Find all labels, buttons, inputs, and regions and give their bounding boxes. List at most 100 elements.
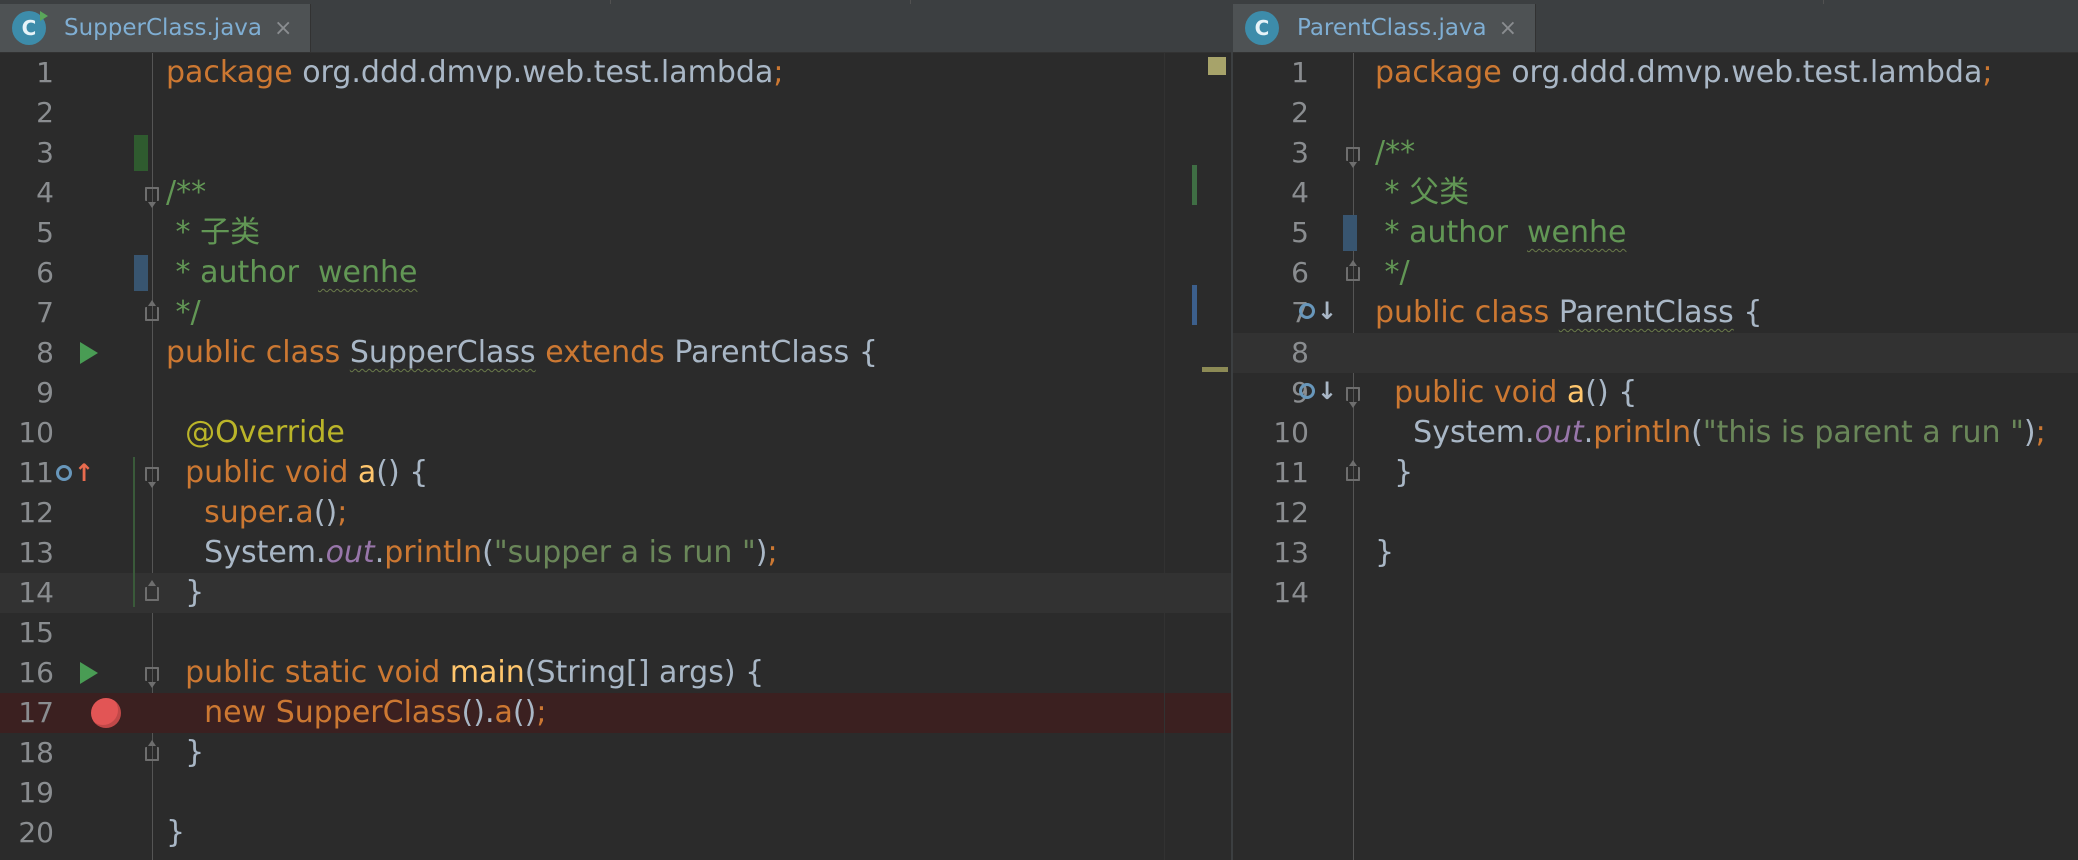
code-text[interactable]: public void a() { [1375,373,1637,413]
line-number[interactable]: 4 [0,173,54,213]
line-number[interactable]: 13 [0,533,54,573]
code-text[interactable]: package org.ddd.dmvp.web.test.lambda; [1375,53,1992,93]
line-number[interactable]: 8 [1233,333,1309,373]
close-icon[interactable]: × [274,16,292,41]
line-number[interactable]: 16 [0,653,54,693]
run-gutter-icon[interactable] [80,342,98,364]
code-text[interactable]: * author wenhe [1375,213,1627,253]
close-icon[interactable]: × [1499,16,1517,41]
code-line[interactable]: 2 [1233,93,2078,133]
code-line[interactable]: 19 [0,773,1231,813]
code-line[interactable]: 12 super.a(); [0,493,1231,533]
code-text[interactable]: package org.ddd.dmvp.web.test.lambda; [166,53,783,93]
code-text[interactable]: * author wenhe [166,253,418,293]
line-number[interactable]: 19 [0,773,54,813]
line-number[interactable]: 1 [0,53,54,93]
code-text[interactable]: @Override [166,413,345,453]
code-line[interactable]: 1 package org.ddd.dmvp.web.test.lambda; [1233,53,2078,93]
code-line[interactable]: 13 System.out.println("supper a is run "… [0,533,1231,573]
code-line[interactable]: 11 public void a() { [0,453,1231,493]
tab-supperclass[interactable]: C SupperClass.java × [0,4,312,52]
code-text[interactable]: public static void main(String[] args) { [166,653,764,693]
code-line[interactable]: 14 [1233,573,2078,613]
code-line[interactable]: 4 /** [0,173,1231,213]
code-line[interactable]: 9 [0,373,1231,413]
fold-icon[interactable] [1346,387,1360,408]
line-number[interactable]: 20 [0,813,54,853]
line-number[interactable]: 9 [1233,373,1309,413]
code-line[interactable]: 3 [0,133,1231,173]
overridden-method-icon[interactable]: ↓ [1299,299,1337,323]
overridden-method-icon[interactable]: ↓ [1299,379,1337,403]
code-line[interactable]: 5 * author wenhe [1233,213,2078,253]
fold-icon[interactable] [145,740,159,761]
line-number[interactable]: 10 [1233,413,1309,453]
fold-icon[interactable] [145,667,159,688]
fold-icon[interactable] [1346,460,1360,481]
code-text[interactable]: public class SupperClass extends ParentC… [166,333,878,373]
line-number[interactable]: 9 [0,373,54,413]
code-line[interactable]: 7 */ [0,293,1231,333]
code-editor[interactable]: 1 package org.ddd.dmvp.web.test.lambda; 2 3… [1233,53,2078,860]
line-number[interactable]: 10 [0,413,54,453]
tab-parentclass[interactable]: C ParentClass.java × [1233,4,1537,52]
code-line[interactable]: 8 [1233,333,2078,373]
line-number[interactable]: 14 [0,573,54,613]
line-number[interactable]: 13 [1233,533,1309,573]
fold-icon[interactable] [145,300,159,321]
code-text[interactable]: public void a() { [166,453,428,493]
line-number[interactable]: 15 [0,613,54,653]
code-text[interactable]: */ [166,293,201,333]
code-text[interactable]: * 父类 [1375,173,1470,213]
code-editor[interactable]: 1 package org.ddd.dmvp.web.test.lambda; 2 3… [0,53,1231,860]
code-line[interactable]: 20} [0,813,1231,853]
fold-icon[interactable] [145,467,159,488]
line-number[interactable]: 4 [1233,173,1309,213]
code-text[interactable]: } [166,573,204,613]
code-line[interactable]: 4 * 父类 [1233,173,2078,213]
code-line[interactable]: 1 package org.ddd.dmvp.web.test.lambda; [0,53,1231,93]
code-line[interactable]: 5 * 子类 [0,213,1231,253]
code-line[interactable]: 10 @Override [0,413,1231,453]
code-line[interactable]: 6 * author wenhe [0,253,1231,293]
code-text[interactable]: System.out.println("supper a is run "); [166,533,777,573]
line-number[interactable]: 3 [0,133,54,173]
line-number[interactable]: 1 [1233,53,1309,93]
code-line[interactable]: 14 } [0,573,1231,613]
code-line[interactable]: 8 public class SupperClass extends Parent… [0,333,1231,373]
line-number[interactable]: 6 [0,253,54,293]
code-text[interactable]: /** [1375,133,1415,173]
code-text[interactable]: System.out.println("this is parent a run… [1375,413,2046,453]
code-line[interactable]: 12 [1233,493,2078,533]
run-gutter-icon[interactable] [80,662,98,684]
line-number[interactable]: 17 [0,693,54,733]
code-line[interactable]: 7 public class ParentClass { [1233,293,2078,333]
code-text[interactable]: public class ParentClass { [1375,293,1762,333]
line-number[interactable]: 2 [1233,93,1309,133]
code-text[interactable]: /** [166,173,206,213]
line-number[interactable]: 12 [1233,493,1309,533]
code-line[interactable]: 15 [0,613,1231,653]
fold-icon[interactable] [1346,260,1360,281]
code-text[interactable]: } [166,813,185,853]
code-text[interactable]: } [166,733,204,773]
code-line[interactable]: 10 System.out.println("this is parent a … [1233,413,2078,453]
fold-icon[interactable] [145,187,159,208]
line-number[interactable]: 18 [0,733,54,773]
line-number[interactable]: 14 [1233,573,1309,613]
fold-icon[interactable] [1346,147,1360,168]
code-line[interactable]: 16 public static void main(String[] args… [0,653,1231,693]
line-number[interactable]: 12 [0,493,54,533]
line-number[interactable]: 8 [0,333,54,373]
line-number[interactable]: 6 [1233,253,1309,293]
line-number[interactable]: 7 [0,293,54,333]
code-line[interactable]: 18 } [0,733,1231,773]
fold-icon[interactable] [145,580,159,601]
breakpoint-icon[interactable] [91,698,121,728]
code-text[interactable]: */ [1375,253,1410,293]
code-line[interactable]: 13} [1233,533,2078,573]
code-text[interactable]: * 子类 [166,213,261,253]
code-line[interactable]: 2 [0,93,1231,133]
code-text[interactable]: new SupperClass().a(); [166,693,546,733]
line-number[interactable]: 5 [1233,213,1309,253]
